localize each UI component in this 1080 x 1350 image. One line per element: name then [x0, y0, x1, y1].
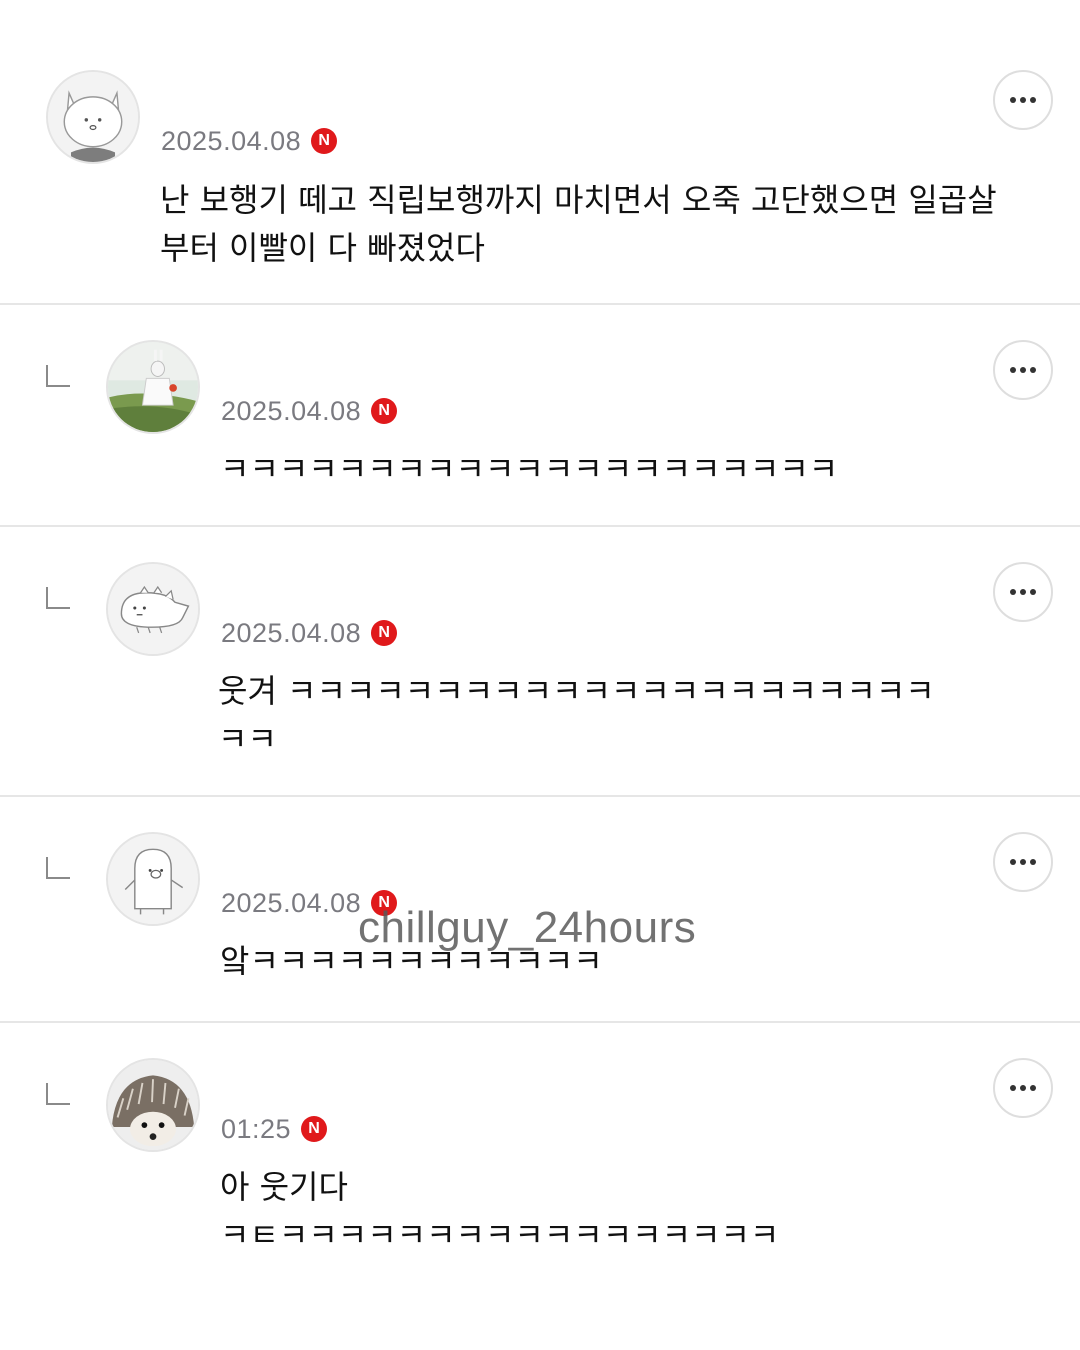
- reply-indicator-icon: [46, 365, 70, 387]
- comment-item: 2025.04.08 N 난 보행기 떼고 직립보행까지 마치면서 오죽 고단했…: [0, 0, 1080, 305]
- cat-character-avatar[interactable]: [46, 70, 140, 164]
- new-badge: N: [371, 398, 398, 424]
- dot-icon: [1020, 367, 1026, 373]
- dot-icon: [1020, 97, 1026, 103]
- new-badge: N: [301, 1116, 328, 1142]
- person-in-field-avatar[interactable]: [106, 340, 200, 434]
- dot-icon: [1010, 589, 1016, 595]
- dot-icon: [1020, 589, 1026, 595]
- new-badge: N: [311, 128, 338, 154]
- dot-icon: [1030, 1085, 1036, 1091]
- reply-item: 01:25 N 아 웃기다 ㅋㅌㅋㅋㅋㅋㅋㅋㅋㅋㅋㅋㅋㅋㅋㅋㅋㅋㅋ: [0, 1023, 1080, 1323]
- hedgehog-avatar[interactable]: [106, 1058, 200, 1152]
- dot-icon: [1020, 859, 1026, 865]
- dinosaur-character-avatar[interactable]: [106, 562, 200, 656]
- reply-indicator-icon: [46, 857, 70, 879]
- dot-icon: [1030, 589, 1036, 595]
- dot-icon: [1010, 1085, 1016, 1091]
- comment-text: 웃겨 ㅋㅋㅋㅋㅋㅋㅋㅋㅋㅋㅋㅋㅋㅋㅋㅋㅋㅋㅋㅋㅋㅋ ㅋㅋ: [218, 672, 935, 758]
- comment-date: 01:25: [221, 1113, 292, 1144]
- reply-indicator-icon: [46, 587, 70, 609]
- comment-date: 2025.04.08: [221, 395, 362, 426]
- dot-icon: [1010, 97, 1016, 103]
- comment-list: 2025.04.08 N 난 보행기 떼고 직립보행까지 마치면서 오죽 고단했…: [0, 0, 1080, 1350]
- comment-text: 아 웃기다 ㅋㅌㅋㅋㅋㅋㅋㅋㅋㅋㅋㅋㅋㅋㅋㅋㅋㅋㅋ: [220, 1168, 780, 1254]
- comment-text: 난 보행기 떼고 직립보행까지 마치면서 오죽 고단했으면 일곱살 부터 이빨이…: [160, 181, 997, 267]
- dot-icon: [1020, 1085, 1026, 1091]
- ghost-pig-character-avatar[interactable]: [106, 832, 200, 926]
- comment-date: 2025.04.08: [221, 617, 362, 648]
- comment-text: ㅋㅋㅋㅋㅋㅋㅋㅋㅋㅋㅋㅋㅋㅋㅋㅋㅋㅋㅋㅋㅋ: [220, 450, 839, 488]
- dot-icon: [1010, 859, 1016, 865]
- comment-date: 2025.04.08: [221, 887, 362, 918]
- more-options-button[interactable]: [993, 340, 1053, 400]
- more-options-button[interactable]: [993, 70, 1053, 130]
- dot-icon: [1010, 367, 1016, 373]
- comment-meta: 2025.04.08 N: [221, 616, 398, 650]
- reply-indicator-icon: [46, 1083, 70, 1105]
- comment-meta: 2025.04.08 N: [161, 124, 338, 158]
- reply-item: 2025.04.08 N 웃겨 ㅋㅋㅋㅋㅋㅋㅋㅋㅋㅋㅋㅋㅋㅋㅋㅋㅋㅋㅋㅋㅋㅋ ㅋ…: [0, 527, 1080, 797]
- comment-date: 2025.04.08: [161, 125, 302, 156]
- watermark-text: chillguy_24hours: [358, 903, 697, 952]
- dot-icon: [1030, 97, 1036, 103]
- more-options-button[interactable]: [993, 832, 1053, 892]
- comment-meta: 2025.04.08 N: [221, 394, 398, 428]
- more-options-button[interactable]: [993, 562, 1053, 622]
- more-options-button[interactable]: [993, 1058, 1053, 1118]
- dot-icon: [1030, 367, 1036, 373]
- dot-icon: [1030, 859, 1036, 865]
- new-badge: N: [371, 620, 398, 646]
- comment-meta: 01:25 N: [221, 1112, 328, 1146]
- reply-item: 2025.04.08 N ㅋㅋㅋㅋㅋㅋㅋㅋㅋㅋㅋㅋㅋㅋㅋㅋㅋㅋㅋㅋㅋ: [0, 305, 1080, 527]
